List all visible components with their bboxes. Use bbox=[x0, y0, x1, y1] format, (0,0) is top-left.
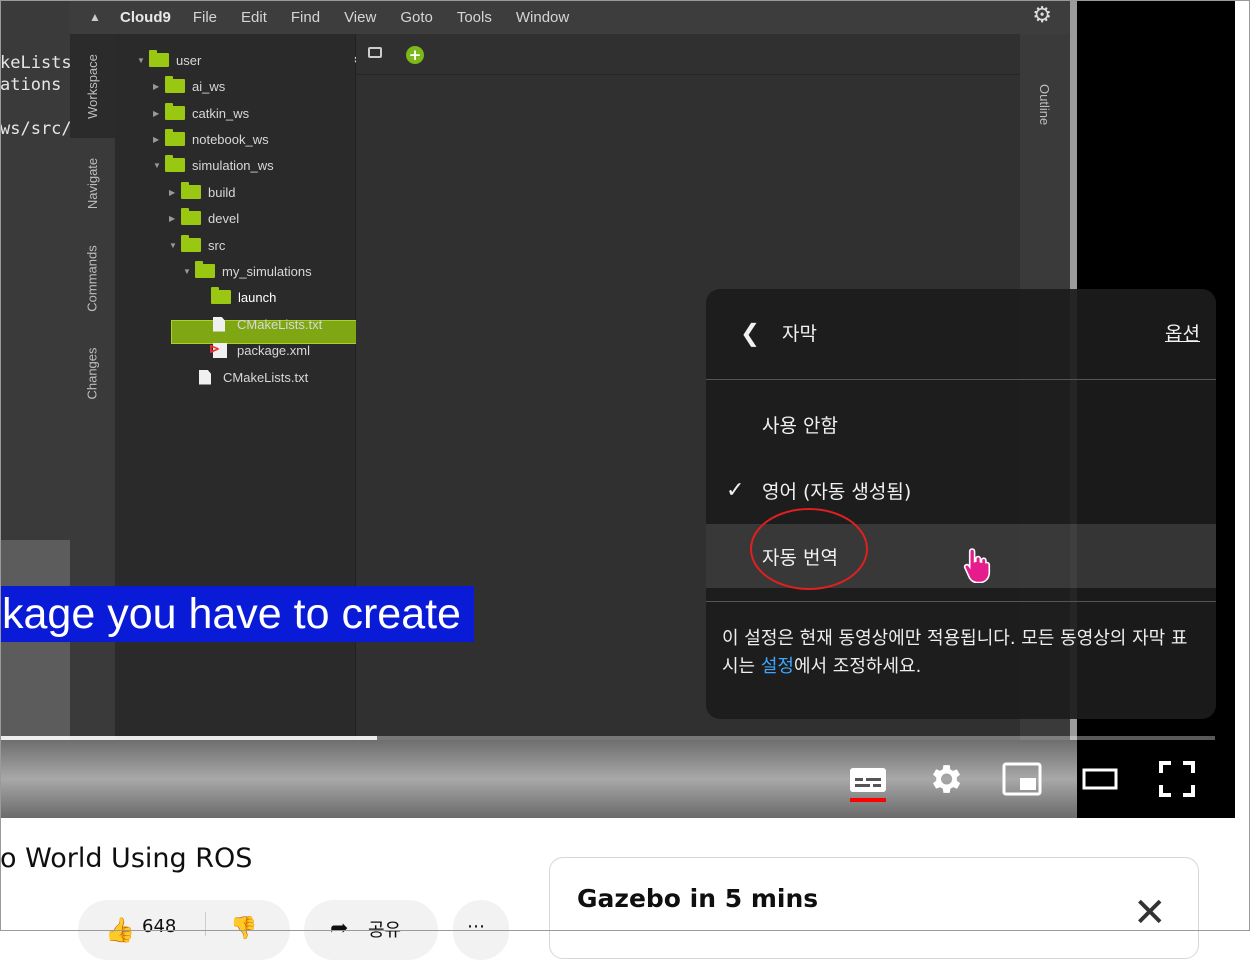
terminal-gray-area bbox=[0, 540, 70, 755]
video-player[interactable]: keLists ations ws/src/ ▲ Cloud9 File Edit… bbox=[0, 0, 1235, 818]
folder-icon bbox=[165, 76, 185, 93]
folder-icon bbox=[149, 50, 169, 67]
tab-workspace[interactable]: Workspace bbox=[70, 34, 115, 138]
expanded-arrow-icon: ▼ bbox=[169, 240, 177, 250]
menu-goto[interactable]: Goto bbox=[400, 9, 433, 26]
subtitle-option-label: 사용 안함 bbox=[762, 414, 838, 437]
tree-item-cmakelists-inner[interactable]: CMakeLists.txt bbox=[213, 313, 322, 335]
red-annotation-circle bbox=[750, 508, 868, 590]
folder-icon bbox=[211, 287, 231, 304]
terminal-line: keLists bbox=[0, 53, 70, 73]
xml-file-icon bbox=[209, 341, 227, 358]
video-caption: kage you have to create bbox=[0, 586, 474, 642]
back-chevron-icon[interactable]: ❮ bbox=[740, 319, 760, 347]
tree-item-build[interactable]: ▶ build bbox=[169, 181, 235, 203]
checkmark-icon: ✓ bbox=[726, 477, 745, 503]
tree-item-notebook-ws[interactable]: ▶ notebook_ws bbox=[153, 128, 269, 150]
menu-divider bbox=[706, 601, 1216, 602]
subtitle-settings-note: 이 설정은 현재 동영상에만 적용됩니다. 모든 동영상의 자막 표시는 설정에… bbox=[722, 628, 1188, 677]
terminal-line: ations bbox=[0, 75, 62, 95]
tree-item-src[interactable]: ▼ src bbox=[169, 234, 225, 256]
menu-edit[interactable]: Edit bbox=[241, 9, 267, 26]
tree-item-cmakelists-outer[interactable]: CMakeLists.txt bbox=[199, 366, 308, 388]
folder-icon bbox=[195, 261, 215, 278]
menu-tools[interactable]: Tools bbox=[457, 9, 492, 26]
file-icon bbox=[199, 369, 211, 385]
folder-icon bbox=[165, 129, 185, 146]
tab-navigate[interactable]: Navigate bbox=[70, 138, 115, 228]
collapsed-arrow-icon: ▶ bbox=[153, 81, 160, 91]
miniplayer-icon[interactable] bbox=[1002, 762, 1042, 800]
ide-menubar: ▲ Cloud9 File Edit Find View Goto Tools … bbox=[70, 0, 1070, 34]
tree-item-user[interactable]: ▼ user bbox=[137, 49, 201, 71]
expanded-arrow-icon: ▼ bbox=[153, 160, 161, 170]
expanded-arrow-icon: ▼ bbox=[137, 55, 145, 65]
dislike-thumb-icon[interactable]: 👎 bbox=[230, 916, 257, 941]
collapsed-arrow-icon: ▶ bbox=[169, 213, 176, 223]
tree-item-devel[interactable]: ▶ devel bbox=[169, 207, 239, 229]
tree-item-launch[interactable]: launch bbox=[211, 286, 276, 308]
subtitle-option-off[interactable]: 사용 안함 bbox=[706, 392, 1216, 456]
subtitles-cc-icon[interactable] bbox=[849, 766, 887, 808]
tree-item-my-simulations[interactable]: ▼ my_simulations bbox=[183, 260, 312, 282]
like-thumb-icon[interactable]: 👍 bbox=[105, 916, 135, 944]
folder-icon bbox=[165, 103, 185, 120]
menu-window[interactable]: Window bbox=[516, 9, 569, 26]
collapsed-arrow-icon: ▶ bbox=[169, 187, 176, 197]
folder-icon bbox=[181, 208, 201, 225]
tree-item-ai-ws[interactable]: ▶ ai_ws bbox=[153, 75, 225, 97]
menu-find[interactable]: Find bbox=[291, 9, 320, 26]
tab-commands[interactable]: Commands bbox=[70, 228, 115, 328]
expanded-arrow-icon: ▼ bbox=[183, 266, 191, 276]
close-icon[interactable]: ✕ bbox=[1133, 893, 1167, 933]
tree-item-catkin-ws[interactable]: ▶ catkin_ws bbox=[153, 102, 249, 124]
video-title: o World Using ROS bbox=[0, 843, 253, 874]
tree-item-package-xml[interactable]: package.xml bbox=[209, 339, 310, 361]
more-dots-icon: ⋯ bbox=[467, 916, 485, 937]
collapsed-arrow-icon: ▶ bbox=[153, 108, 160, 118]
theater-mode-icon[interactable] bbox=[1082, 764, 1118, 798]
like-count: 648 bbox=[142, 916, 177, 937]
ide-settings-gear-icon[interactable]: ⚙ bbox=[1032, 2, 1052, 28]
progress-fill bbox=[0, 736, 377, 740]
terminal-line: ws/src/ bbox=[0, 119, 70, 139]
ide-brand[interactable]: Cloud9 bbox=[120, 9, 171, 26]
subtitles-settings-menu: ❮ 자막 옵션 사용 안함 ✓ 영어 (자동 생성됨) 자동 번역 이 설정은 … bbox=[706, 289, 1216, 719]
subtitles-menu-title: 자막 bbox=[782, 323, 817, 345]
subtitles-menu-header: ❮ 자막 옵션 bbox=[706, 289, 1216, 380]
collapsed-arrow-icon: ▶ bbox=[153, 134, 160, 144]
share-arrow-icon: ➦ bbox=[330, 916, 349, 941]
settings-gear-icon[interactable] bbox=[926, 760, 964, 802]
folder-icon bbox=[181, 235, 201, 252]
file-tree: ⚙▾ ▼user ▶ai_ws ▶catkin_ws ▶notebook_ws … bbox=[115, 34, 386, 755]
folder-icon bbox=[181, 182, 201, 199]
subtitle-options-link[interactable]: 옵션 bbox=[1165, 319, 1200, 346]
progress-bar[interactable] bbox=[0, 736, 1215, 740]
tab-list-icon[interactable] bbox=[368, 47, 382, 58]
terminal-panel: keLists ations ws/src/ bbox=[0, 0, 70, 540]
collapse-caret-icon[interactable]: ▲ bbox=[70, 10, 120, 24]
file-icon bbox=[213, 316, 225, 332]
share-label: 공유 bbox=[368, 920, 402, 941]
new-tab-plus-icon[interactable]: + bbox=[406, 46, 424, 64]
ide-side-tabs: Workspace Navigate Commands Changes bbox=[70, 34, 115, 755]
hand-cursor-icon bbox=[963, 547, 993, 591]
fullscreen-icon[interactable] bbox=[1158, 760, 1196, 802]
tab-changes[interactable]: Changes bbox=[70, 328, 115, 418]
card-title: Gazebo in 5 mins bbox=[577, 884, 819, 913]
menu-file[interactable]: File bbox=[193, 9, 217, 26]
tree-item-simulation-ws[interactable]: ▼ simulation_ws bbox=[153, 154, 274, 176]
player-controls-bar bbox=[0, 740, 1077, 818]
pill-divider bbox=[205, 912, 206, 936]
settings-link[interactable]: 설정 bbox=[761, 656, 794, 677]
menu-view[interactable]: View bbox=[344, 9, 376, 26]
editor-tab-bar: + bbox=[356, 34, 1020, 75]
folder-icon bbox=[165, 155, 185, 172]
subtitle-option-label: 영어 (자동 생성됨) bbox=[762, 480, 912, 503]
